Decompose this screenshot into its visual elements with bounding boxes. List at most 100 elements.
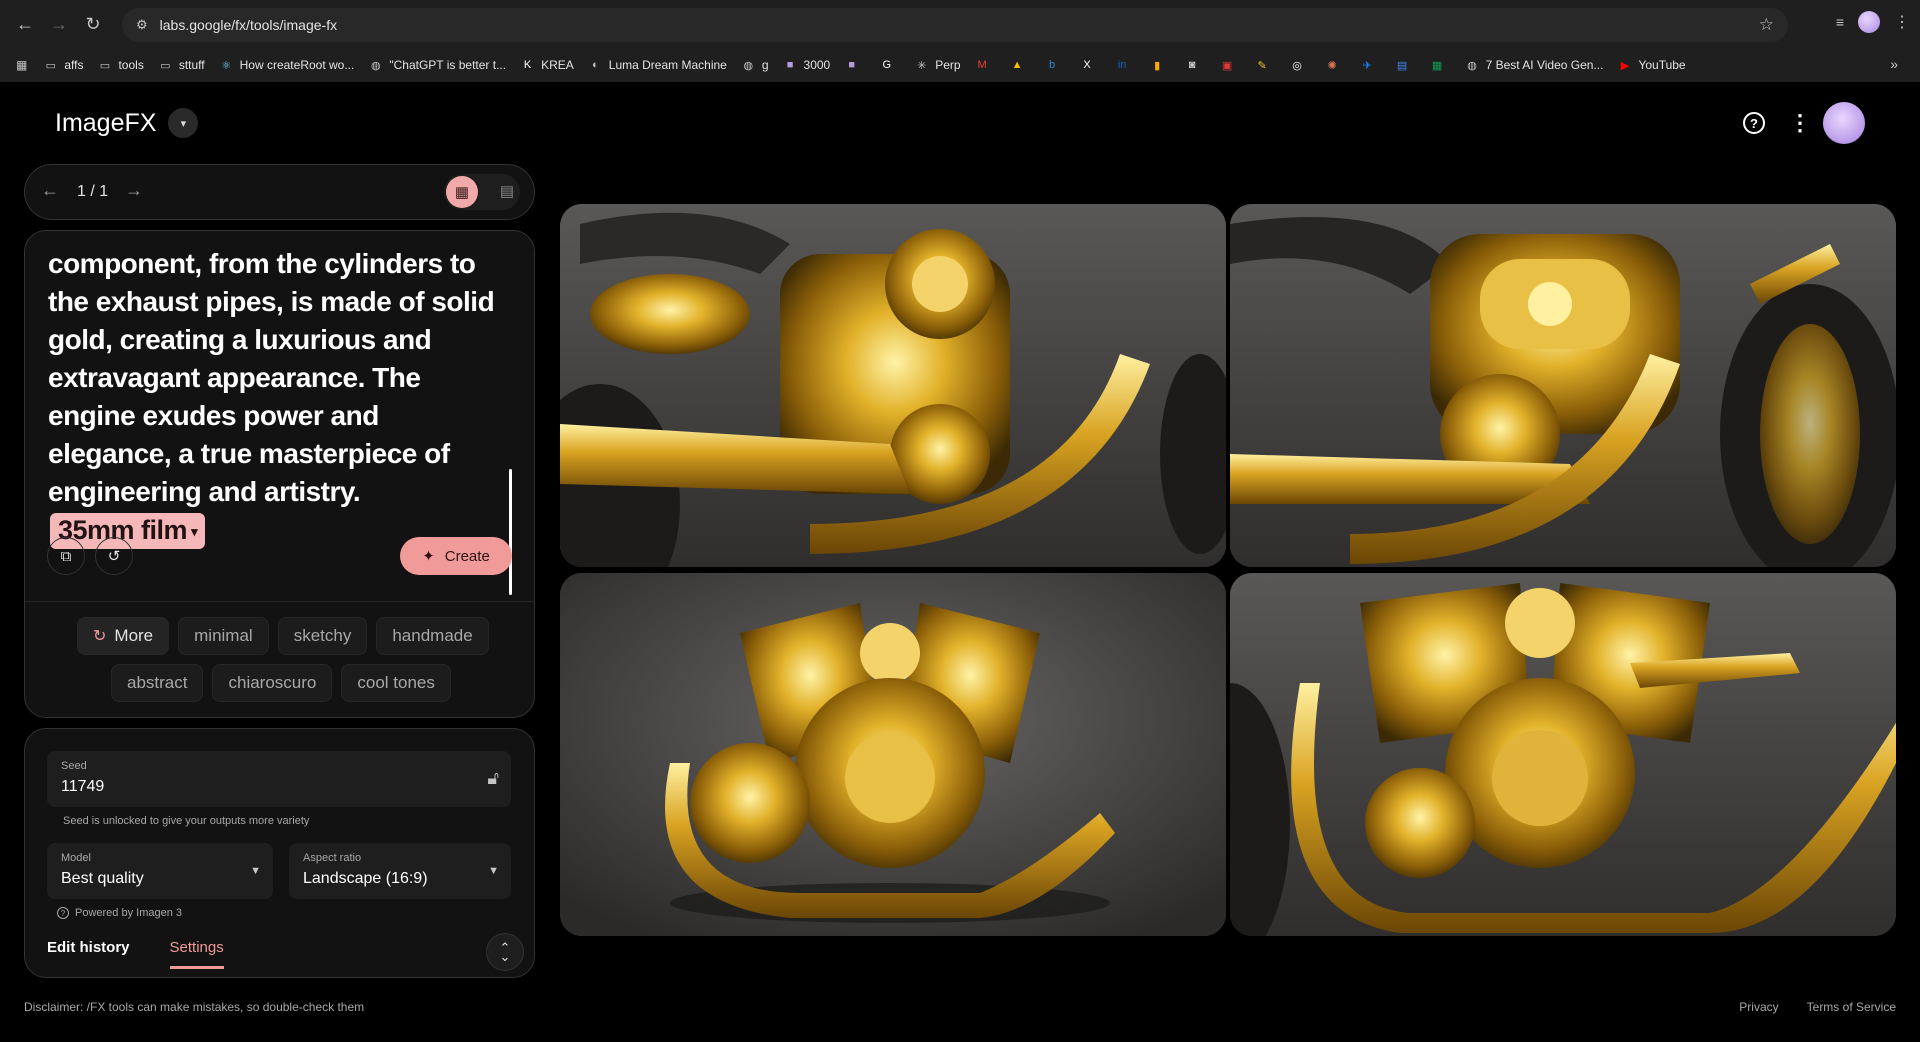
generated-image-4[interactable] [1230, 573, 1896, 936]
bing-icon: b [1049, 59, 1056, 71]
tab-settings[interactable]: Settings [169, 939, 224, 969]
bookmark-label: g [761, 58, 769, 72]
bookmark-item[interactable]: M [975, 58, 996, 73]
reset-icon[interactable]: ↺ [95, 537, 133, 575]
grid-view-icon[interactable]: ▦ [446, 176, 478, 208]
analytics-icon: ▮ [1154, 59, 1161, 72]
bookmark-item[interactable]: K KREA [520, 58, 574, 73]
prompt-text[interactable]: component, from the cylinders to the exh… [48, 248, 495, 507]
previous-arrow-icon[interactable]: ← [41, 180, 59, 201]
bookmark-item[interactable]: ◍ 7 Best AI Video Gen... [1465, 58, 1603, 73]
aspect-ratio-value: Landscape (16:9) [303, 870, 428, 887]
seed-field[interactable]: Seed 11749 🔓︎ [47, 751, 511, 807]
bookmark-item[interactable]: ▣ [1220, 58, 1241, 73]
chrome-menu-icon[interactable]: ⋮ [1894, 12, 1910, 32]
seed-value[interactable]: 11749 [61, 778, 104, 796]
forward-icon[interactable]: → [44, 9, 74, 39]
sheets-icon: ▦ [1431, 59, 1443, 72]
bookmark-item[interactable]: ▭ affs [43, 58, 84, 73]
dropdown-caret-icon: ▼ [250, 865, 261, 877]
app-title: ImageFX [55, 108, 157, 137]
generated-image-1[interactable] [560, 204, 1226, 567]
generated-image-2[interactable] [1230, 204, 1896, 567]
model-label: Model [61, 852, 91, 864]
luma-icon: ◐ [591, 59, 599, 71]
unlock-icon[interactable]: 🔓︎ [487, 768, 499, 789]
style-suggestion-chip[interactable]: minimal [178, 617, 269, 655]
collapse-icon[interactable]: ⌃ ⌄ [486, 933, 524, 971]
bookmark-item[interactable]: ■ [844, 58, 865, 73]
history-pager: ← 1 / 1 → ▦ ▤ [24, 164, 535, 220]
bookmark-item[interactable]: G [879, 58, 900, 73]
bookmark-item[interactable]: ▮ [1150, 58, 1171, 73]
bookmark-item[interactable]: ✎ [1255, 58, 1276, 73]
bookmark-label: "ChatGPT is better t... [389, 58, 507, 72]
bookmark-item[interactable]: ▦ [1430, 58, 1451, 73]
prompt-scrollbar[interactable] [509, 469, 512, 595]
bookmark-item[interactable]: ✈ [1360, 58, 1381, 73]
help-icon[interactable]: ? [1743, 112, 1765, 134]
bookmark-item[interactable]: ◍ g [741, 58, 769, 73]
bookmark-item[interactable]: ✺ [1325, 58, 1346, 73]
folder-icon: ▭ [160, 59, 171, 72]
bookmark-item[interactable]: ✳ Perp [914, 58, 960, 73]
bookmark-item[interactable]: ⚛ How createRoot wo... [219, 58, 354, 73]
bookmark-item[interactable]: b [1045, 58, 1066, 73]
style-suggestion-chip[interactable]: sketchy [277, 617, 368, 655]
bluesky-icon: ✈ [1362, 59, 1372, 72]
profile-avatar[interactable] [1858, 11, 1880, 33]
bookmark-item[interactable]: ▤ [1395, 58, 1416, 73]
powered-by-text: Powered by Imagen 3 [75, 907, 183, 919]
bookmark-item[interactable]: ■ 3000 [783, 58, 831, 73]
bookmark-item[interactable]: ▭ tools [97, 58, 144, 73]
app-logo[interactable]: ImageFX ▾ [55, 108, 199, 138]
prompt-editor[interactable]: component, from the cylinders to the exh… [48, 245, 508, 549]
bookmark-item[interactable]: ◐ Luma Dream Machine [588, 58, 727, 73]
bookmark-item[interactable]: in [1115, 58, 1136, 73]
more-vert-icon[interactable]: ⋮ [1789, 110, 1811, 136]
style-suggestion-chip[interactable]: chiaroscuro [212, 664, 333, 702]
square-icon: ■ [786, 59, 794, 71]
create-button[interactable]: ✦ Create [400, 537, 512, 575]
reading-list-icon[interactable]: ≡ [1836, 14, 1844, 30]
bookmark-item[interactable]: ▶ YouTube [1617, 58, 1686, 73]
reload-icon[interactable]: ↻ [78, 9, 108, 39]
bookmark-item[interactable]: ◎ [1290, 58, 1311, 73]
back-icon[interactable]: ← [10, 9, 40, 39]
bookmark-star-icon[interactable]: ☆ [1759, 15, 1774, 35]
sparkle-icon: ✦ [422, 548, 435, 565]
privacy-link[interactable]: Privacy [1739, 1000, 1778, 1014]
next-arrow-icon[interactable]: → [125, 180, 143, 201]
chevron-down-icon[interactable]: ▾ [168, 108, 199, 138]
apps-grid-icon[interactable]: ▦ [16, 58, 27, 72]
square-icon: ■ [848, 59, 856, 71]
dropdown-caret-icon: ▼ [488, 865, 499, 877]
aspect-ratio-select[interactable]: Aspect ratio Landscape (16:9) ▼ [289, 843, 511, 899]
terms-link[interactable]: Terms of Service [1807, 1000, 1896, 1014]
bookmarks-bar: ▦ ▭ affs ▭ tools ▭ sttuff ⚛ How createRoot wo..… [0, 48, 1920, 82]
bookmark-item[interactable]: ◍ "ChatGPT is better t... [368, 58, 506, 73]
prompt-panel: component, from the cylinders to the exh… [24, 230, 535, 718]
bookmark-label: tools [118, 58, 144, 72]
style-suggestion-chip[interactable]: abstract [111, 664, 204, 702]
style-suggestion-chip[interactable]: cool tones [341, 664, 451, 702]
divider [25, 601, 534, 602]
bookmark-item[interactable]: ◙ [1185, 58, 1206, 73]
more-chips-button[interactable]: ↻ More [77, 617, 170, 655]
news-icon: ▣ [1221, 59, 1233, 72]
site-info-icon[interactable]: ⚙ [136, 17, 148, 33]
bookmark-item[interactable]: X [1080, 58, 1101, 73]
address-bar[interactable]: ⚙ labs.google/fx/tools/image-fx ☆ [122, 8, 1788, 42]
user-avatar[interactable] [1823, 102, 1865, 144]
generated-image-3[interactable] [560, 573, 1226, 936]
style-suggestion-chip[interactable]: handmade [376, 617, 489, 655]
bookmarks-overflow-icon[interactable]: » [1890, 56, 1898, 72]
tab-edit-history[interactable]: Edit history [47, 939, 130, 969]
info-icon[interactable]: ? [57, 907, 69, 919]
bookmark-item[interactable]: ▭ sttuff [158, 58, 205, 73]
model-select[interactable]: Model Best quality ▼ [47, 843, 273, 899]
bookmark-label: KREA [541, 58, 574, 72]
list-view-icon[interactable]: ▤ [500, 182, 514, 200]
copy-icon[interactable]: ⧉ [47, 537, 85, 575]
bookmark-item[interactable]: ▲ [1010, 58, 1031, 73]
